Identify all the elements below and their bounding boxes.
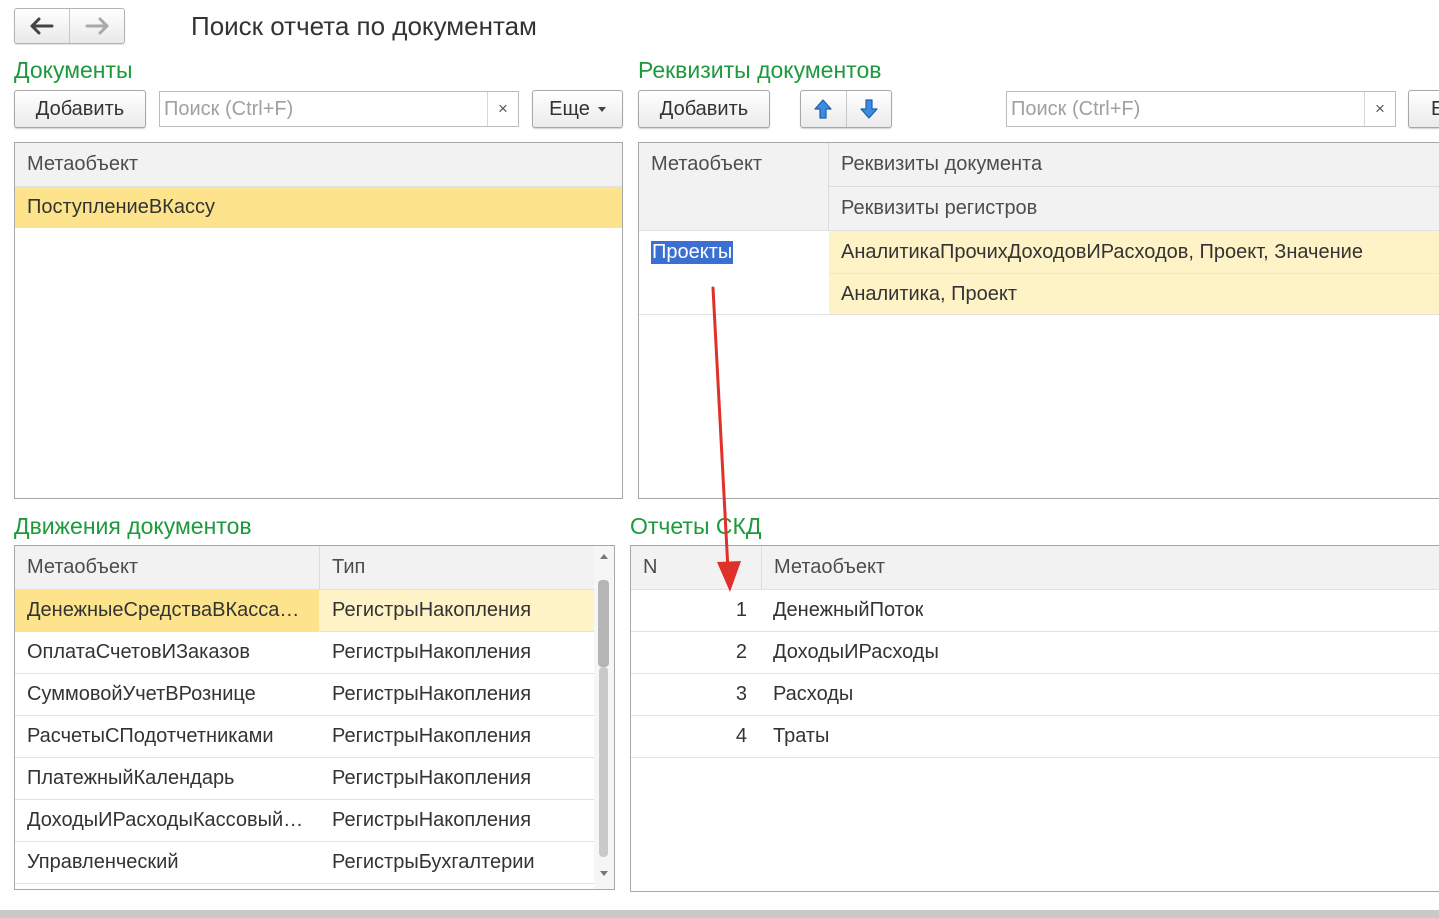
requisites-metaobject-text: Проекты — [651, 240, 734, 264]
arrow-right-icon — [85, 17, 109, 35]
table-row[interactable]: ДенежныеСредстваВКассахККМ — [15, 590, 319, 631]
movements-cell-type[interactable]: РегистрыБухгалтерии — [319, 842, 594, 883]
table-row[interactable]: Расходы — [761, 674, 1439, 715]
page-title: Поиск отчета по документам — [191, 11, 537, 41]
arrow-up-icon — [814, 99, 832, 119]
requisites-search-input[interactable] — [1007, 92, 1364, 126]
close-icon: × — [498, 99, 508, 118]
documents-add-label: Добавить — [35, 97, 125, 120]
requisites-doc-text: АналитикаПрочихДоходовИРасходов, Проект,… — [841, 240, 1363, 263]
table-row[interactable]: ОплатаСчетовИЗаказов — [15, 632, 319, 673]
requisites-reg-text: Аналитика, Проект — [841, 282, 1017, 305]
reports-cell-n-text: 4 — [735, 725, 747, 747]
table-row[interactable]: СуммовойУчетВРознице — [15, 674, 319, 715]
reports-cell-n-text: 3 — [735, 683, 747, 705]
table-row[interactable]: ДоходыИРасходы — [761, 632, 1439, 673]
movements-cell-type[interactable]: РегистрыНакопления — [319, 758, 594, 799]
movements-cell-type[interactable]: РегистрыНакопления — [319, 632, 594, 673]
documents-search-clear-button[interactable]: × — [487, 92, 518, 126]
table-row[interactable]: ДоходыИРасходыКассовыйМетод — [15, 800, 319, 841]
movements-cell-type-text: РегистрыНакопления — [332, 809, 532, 831]
documents-header-metaobject[interactable]: Метаобъект — [15, 143, 622, 186]
documents-search-input[interactable] — [160, 92, 487, 126]
scroll-up-icon[interactable] — [599, 552, 609, 560]
movements-scroll-thumb[interactable] — [598, 580, 609, 667]
movements-cell-type-text: РегистрыНакопления — [332, 683, 532, 705]
nav-history-group — [14, 8, 125, 44]
movements-cell-type[interactable]: РегистрыНакопления — [319, 716, 594, 757]
table-row[interactable]: ПоступлениеВКассу — [15, 187, 622, 227]
movements-cell-metaobject: Управленческий — [27, 851, 179, 873]
forward-button[interactable] — [69, 9, 124, 43]
movements-cell-type-text: РегистрыНакопления — [332, 599, 532, 621]
movements-cell-type-text: РегистрыБухгалтерии — [332, 851, 535, 873]
table-row[interactable]: РасчетыСПодотчетниками — [15, 716, 319, 757]
requisites-title: Реквизиты документов — [638, 57, 882, 83]
movements-cell-metaobject: РасчетыСПодотчетниками — [27, 725, 274, 747]
arrow-left-icon — [30, 17, 54, 35]
movements-cell-type-text: РегистрыНакопления — [332, 767, 532, 789]
reports-cell-n[interactable]: 2 — [631, 632, 761, 673]
reports-cell-metaobject: Расходы — [773, 683, 854, 705]
requisites-search: × — [1006, 91, 1396, 127]
status-bar — [0, 910, 1439, 918]
movements-cell-type[interactable]: РегистрыНакопления — [319, 800, 594, 841]
movements-scroll-track-fill — [599, 667, 608, 857]
documents-add-button[interactable]: Добавить — [14, 90, 146, 128]
chevron-down-icon — [597, 106, 606, 112]
documents-title: Документы — [14, 57, 133, 83]
requisites-add-label: Добавить — [659, 97, 749, 120]
arrow-down-icon — [860, 99, 878, 119]
movements-cell-type-text: РегистрыНакопления — [332, 641, 532, 663]
movements-cell-metaobject: ДенежныеСредстваВКассахККМ — [27, 599, 309, 621]
reports-cell-metaobject: Траты — [773, 725, 830, 747]
movements-cell-metaobject: ДоходыИРасходыКассовыйМетод — [27, 809, 309, 831]
reports-cell-metaobject: ДоходыИРасходы — [773, 641, 939, 663]
back-button[interactable] — [15, 9, 69, 43]
movements-cell-type[interactable]: РегистрыНакопления — [319, 590, 594, 631]
table-row[interactable]: ДенежныйПоток — [761, 590, 1439, 631]
movements-header-type[interactable]: Тип — [320, 546, 594, 589]
movements-cell-type-text: РегистрыНакопления — [332, 725, 532, 747]
reports-cell-n-text: 2 — [735, 641, 747, 663]
requisites-add-button[interactable]: Добавить — [638, 90, 770, 128]
documents-search: × — [159, 91, 519, 127]
documents-table: Метаобъект ПоступлениеВКассу — [14, 142, 623, 499]
requisites-cell-reg[interactable]: Аналитика, Проект — [829, 274, 1439, 314]
requisites-move-group — [800, 90, 892, 128]
documents-more-button[interactable]: Еще — [532, 90, 623, 128]
movements-cell-metaobject: ПлатежныйКалендарь — [27, 767, 235, 789]
annotation-arrow-icon — [711, 286, 741, 592]
table-row[interactable]: Управленческий — [15, 842, 319, 883]
reports-cell-metaobject: ДенежныйПоток — [773, 599, 924, 621]
documents-cell-metaobject: ПоступлениеВКассу — [27, 195, 215, 218]
requisites-search-clear-button[interactable]: × — [1364, 92, 1395, 126]
reports-cell-n[interactable]: 3 — [631, 674, 761, 715]
requisites-cell-doc[interactable]: АналитикаПрочихДоходовИРасходов, Проект,… — [829, 231, 1439, 273]
table-row[interactable]: ПлатежныйКалендарь — [15, 758, 319, 799]
movements-table: Метаобъект Тип ДенежныеСредстваВКассахКК… — [14, 545, 615, 890]
scroll-down-icon[interactable] — [599, 870, 609, 878]
requisites-header-reg[interactable]: Реквизиты регистров — [829, 187, 1439, 230]
close-icon: × — [1375, 99, 1385, 118]
reports-cell-n[interactable]: 4 — [631, 716, 761, 757]
move-down-button[interactable] — [845, 91, 892, 127]
table-row[interactable]: Траты — [761, 716, 1439, 757]
requisites-more-label: Е — [1431, 98, 1439, 121]
movements-cell-type[interactable]: РегистрыНакопления — [319, 674, 594, 715]
movements-header-metaobject[interactable]: Метаобъект — [15, 546, 319, 589]
movements-cell-metaobject: ОплатаСчетовИЗаказов — [27, 641, 250, 663]
movements-title: Движения документов — [14, 513, 252, 539]
reports-header-metaobject[interactable]: Метаобъект — [762, 546, 1439, 589]
requisites-cell-metaobject[interactable]: Проекты — [639, 231, 828, 273]
requisites-header-metaobject[interactable]: Метаобъект — [639, 143, 828, 230]
requisites-more-button[interactable]: Е — [1408, 90, 1439, 128]
reports-cell-n-text: 1 — [735, 599, 747, 621]
move-up-button[interactable] — [801, 91, 846, 127]
requisites-header-doc[interactable]: Реквизиты документа — [829, 143, 1439, 186]
movements-cell-metaobject: СуммовойУчетВРознице — [27, 683, 256, 705]
documents-more-label: Еще — [549, 97, 590, 120]
